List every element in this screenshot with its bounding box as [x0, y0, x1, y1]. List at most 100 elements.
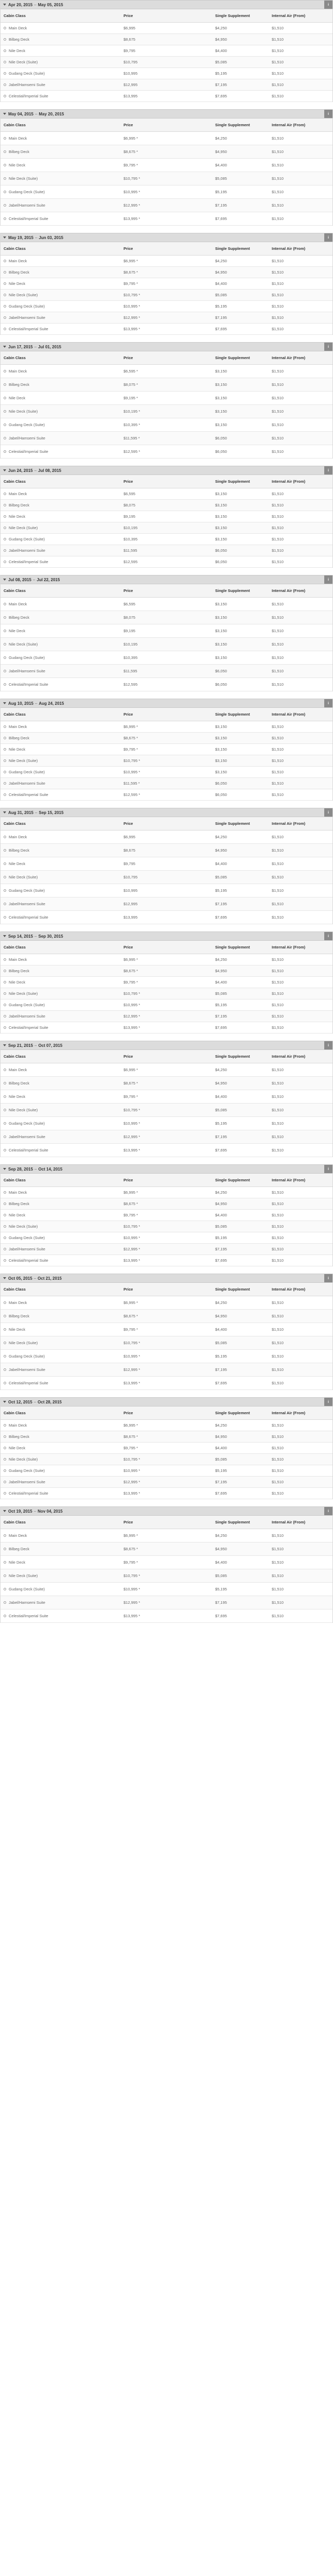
- table-row[interactable]: Nile Deck $9,795 * $4,400 $1,510: [1, 278, 332, 290]
- table-row[interactable]: Gudang Deck (Suite) $10,995 * $5,195 $1,…: [1, 1465, 332, 1477]
- departure-date-bar[interactable]: Oct 19, 2015 – Nov 04, 2015 i: [1, 1506, 332, 1516]
- departure-date-bar[interactable]: Jul 08, 2015 – Jul 22, 2015 i: [1, 575, 332, 584]
- table-row[interactable]: Nile Deck (Suite) $10,795 * $5,085 $1,51…: [1, 1221, 332, 1232]
- expand-arrow-icon[interactable]: [3, 4, 6, 6]
- table-row[interactable]: Nile Deck $9,795 $4,400 $1,510: [1, 45, 332, 57]
- departure-date-bar[interactable]: Aug 10, 2015 – Aug 24, 2015 i: [1, 699, 332, 708]
- departure-date-bar[interactable]: Apr 20, 2015 – May 05, 2015 i: [1, 0, 332, 9]
- radio-icon[interactable]: [4, 370, 6, 372]
- table-row[interactable]: Jabel/Hamsemi Suite $11,595 * $6,050 $1,…: [1, 432, 332, 445]
- table-row[interactable]: Bilbeg Deck $8,675 * $4,950 $1,510: [1, 1431, 332, 1443]
- radio-icon[interactable]: [4, 876, 6, 878]
- table-row[interactable]: Nile Deck (Suite) $10,795 * $5,085 $1,51…: [1, 172, 332, 185]
- table-row[interactable]: Gudang Deck (Suite) $10,995 $5,195 $1,51…: [1, 68, 332, 79]
- table-row[interactable]: Jabel/Hamsemi Suite $12,995 * $7,195 $1,…: [1, 312, 332, 324]
- table-row[interactable]: Nile Deck (Suite) $10,795 * $3,150 $1,51…: [1, 755, 332, 767]
- radio-icon[interactable]: [4, 616, 6, 619]
- corner-info-icon[interactable]: i: [324, 343, 332, 351]
- table-row[interactable]: Main Deck $6,995 $4,250 $1,510: [1, 23, 332, 34]
- table-row[interactable]: Jabel/Hamsemi Suite $12,995 $7,195 $1,51…: [1, 897, 332, 911]
- table-row[interactable]: Nile Deck $9,795 * $4,400 $1,510: [1, 977, 332, 988]
- table-row[interactable]: Celestial/Imperial Suite $13,995 $7,695 …: [1, 91, 332, 102]
- expand-arrow-icon[interactable]: [3, 935, 6, 937]
- table-row[interactable]: Nile Deck $9,795 * $4,400 $1,510: [1, 1210, 332, 1221]
- radio-icon[interactable]: [4, 95, 6, 97]
- radio-icon[interactable]: [4, 549, 6, 552]
- radio-icon[interactable]: [4, 271, 6, 274]
- radio-icon[interactable]: [4, 1248, 6, 1250]
- table-row[interactable]: Gudang Deck (Suite) $10,995 * $5,195 $1,…: [1, 1232, 332, 1244]
- corner-info-icon[interactable]: i: [324, 1165, 332, 1173]
- radio-icon[interactable]: [4, 137, 6, 140]
- table-row[interactable]: Main Deck $6,995 * $4,250 $1,510: [1, 256, 332, 267]
- radio-icon[interactable]: [4, 294, 6, 296]
- radio-icon[interactable]: [4, 782, 6, 785]
- radio-icon[interactable]: [4, 981, 6, 984]
- table-row[interactable]: Nile Deck $9,795 * $3,150 $1,510: [1, 744, 332, 755]
- table-row[interactable]: Jabel/Hamsemi Suite $11,595 $6,050 $1,51…: [1, 665, 332, 678]
- table-row[interactable]: Nile Deck $9,195 $3,150 $1,510: [1, 511, 332, 522]
- table-row[interactable]: Celestial/Imperial Suite $12,595 $6,050 …: [1, 678, 332, 691]
- radio-icon[interactable]: [4, 737, 6, 739]
- radio-icon[interactable]: [4, 1214, 6, 1216]
- table-row[interactable]: Nile Deck (Suite) $10,795 * $5,085 $1,51…: [1, 988, 332, 999]
- radio-icon[interactable]: [4, 397, 6, 399]
- radio-icon[interactable]: [4, 1315, 6, 1317]
- table-row[interactable]: Jabel/Hamsemi Suite $12,995 $7,195 $1,51…: [1, 79, 332, 91]
- radio-icon[interactable]: [4, 38, 6, 41]
- table-row[interactable]: Bilbeg Deck $8,675 $4,950 $1,510: [1, 34, 332, 45]
- table-row[interactable]: Jabel/Hamsemi Suite $12,995 * $7,195 $1,…: [1, 1596, 332, 1609]
- table-row[interactable]: Bilbeg Deck $8,675 * $4,950 $1,510: [1, 1077, 332, 1090]
- radio-icon[interactable]: [4, 793, 6, 796]
- radio-icon[interactable]: [4, 1136, 6, 1138]
- radio-icon[interactable]: [4, 1015, 6, 1018]
- radio-icon[interactable]: [4, 630, 6, 632]
- table-row[interactable]: Nile Deck $9,795 * $4,400 $1,510: [1, 1443, 332, 1454]
- table-row[interactable]: Bilbeg Deck $8,675 * $4,950 $1,510: [1, 965, 332, 977]
- radio-icon[interactable]: [4, 1447, 6, 1449]
- expand-arrow-icon[interactable]: [3, 702, 6, 704]
- radio-icon[interactable]: [4, 61, 6, 63]
- expand-arrow-icon[interactable]: [3, 346, 6, 348]
- table-row[interactable]: Jabel/Hamsemi Suite $12,995 * $7,195 $1,…: [1, 1011, 332, 1022]
- radio-icon[interactable]: [4, 177, 6, 180]
- table-row[interactable]: Main Deck $6,995 * $4,250 $1,510: [1, 132, 332, 145]
- radio-icon[interactable]: [4, 1301, 6, 1304]
- radio-icon[interactable]: [4, 771, 6, 773]
- table-row[interactable]: Nile Deck (Suite) $10,795 $5,085 $1,510: [1, 57, 332, 68]
- table-row[interactable]: Main Deck $6,995 * $3,150 $1,510: [1, 721, 332, 733]
- departure-date-bar[interactable]: Oct 12, 2015 – Oct 28, 2015 i: [1, 1397, 332, 1406]
- table-row[interactable]: Celestial/Imperial Suite $13,995 * $7,69…: [1, 1144, 332, 1157]
- table-row[interactable]: Main Deck $6,595 * $3,150 $1,510: [1, 365, 332, 378]
- radio-icon[interactable]: [4, 1026, 6, 1029]
- table-row[interactable]: Main Deck $6,595 $3,150 $1,510: [1, 598, 332, 611]
- radio-icon[interactable]: [4, 670, 6, 672]
- radio-icon[interactable]: [4, 656, 6, 659]
- table-row[interactable]: Bilbeg Deck $8,675 * $4,950 $1,510: [1, 1310, 332, 1323]
- table-row[interactable]: Gudang Deck (Suite) $10,995 * $5,195 $1,…: [1, 185, 332, 199]
- expand-arrow-icon[interactable]: [3, 1044, 6, 1046]
- table-row[interactable]: Main Deck $6,995 * $4,250 $1,510: [1, 1296, 332, 1310]
- table-row[interactable]: Nile Deck $9,795 $4,400 $1,510: [1, 857, 332, 871]
- departure-date-bar[interactable]: Sep 28, 2015 – Oct 14, 2015 i: [1, 1164, 332, 1174]
- radio-icon[interactable]: [4, 316, 6, 319]
- radio-icon[interactable]: [4, 328, 6, 330]
- radio-icon[interactable]: [4, 916, 6, 919]
- table-row[interactable]: Jabel/Hamsemi Suite $11,595 $6,050 $1,51…: [1, 545, 332, 556]
- radio-icon[interactable]: [4, 1382, 6, 1384]
- table-row[interactable]: Nile Deck $9,795 * $4,400 $1,510: [1, 159, 332, 172]
- departure-date-bar[interactable]: Jun 17, 2015 – Jul 01, 2015 i: [1, 342, 332, 351]
- corner-info-icon[interactable]: i: [324, 932, 332, 940]
- departure-date-bar[interactable]: Oct 05, 2015 – Oct 21, 2015 i: [1, 1274, 332, 1283]
- table-row[interactable]: Main Deck $6,995 * $4,250 $1,510: [1, 1420, 332, 1431]
- table-row[interactable]: Nile Deck $9,795 * $4,400 $1,510: [1, 1323, 332, 1336]
- departure-date-bar[interactable]: May 04, 2015 – May 20, 2015 i: [1, 109, 332, 118]
- radio-icon[interactable]: [4, 260, 6, 262]
- radio-icon[interactable]: [4, 1202, 6, 1205]
- radio-icon[interactable]: [4, 725, 6, 728]
- radio-icon[interactable]: [4, 217, 6, 220]
- radio-icon[interactable]: [4, 515, 6, 518]
- table-row[interactable]: Nile Deck $9,195 $3,150 $1,510: [1, 624, 332, 638]
- table-row[interactable]: Gudang Deck (Suite) $10,395 $3,150 $1,51…: [1, 651, 332, 665]
- radio-icon[interactable]: [4, 1004, 6, 1006]
